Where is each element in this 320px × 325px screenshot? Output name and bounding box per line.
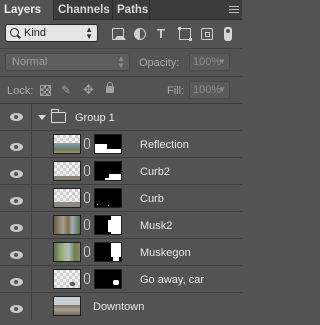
eye-icon: [10, 305, 23, 313]
shape-filter-icon[interactable]: [178, 27, 192, 41]
layer-row[interactable]: Musk2: [0, 212, 242, 239]
filter-kind-select[interactable]: Kind ▲ ▼: [5, 24, 98, 42]
eye-icon: [10, 278, 23, 286]
fill-label: Fill:: [167, 85, 185, 97]
layer-mask-thumbnail[interactable]: [94, 269, 122, 289]
disclosure-triangle-icon[interactable]: [38, 115, 46, 120]
visibility-toggle[interactable]: [0, 212, 32, 238]
layer-name: Go away, car: [140, 274, 204, 286]
layer-name: Reflection: [140, 139, 189, 151]
opacity-value: 100%: [193, 56, 222, 68]
lock-pixels-brush-icon[interactable]: ✎: [61, 83, 72, 97]
visibility-toggle[interactable]: [0, 104, 32, 130]
layer-mask-thumbnail[interactable]: [94, 161, 122, 181]
eye-icon: [10, 224, 23, 232]
chevron-down-icon: ▼: [218, 57, 226, 66]
eye-icon: [10, 251, 23, 259]
lock-label: Lock:: [7, 85, 34, 97]
folder-icon: [50, 109, 66, 123]
layer-filter-bar: Kind ▲ ▼ T: [0, 20, 242, 48]
panel-tab-bar: Layers Channels Paths: [0, 0, 242, 20]
chevron-down-icon: ▼: [218, 85, 226, 94]
link-chain-icon[interactable]: [84, 192, 90, 203]
layer-name: Curb2: [140, 166, 170, 178]
filter-kind-label: Kind: [24, 27, 47, 39]
layer-name: Curb: [140, 193, 164, 205]
blend-mode-bar: Normal ▲ ▼ Opacity: 100% ▼: [0, 49, 242, 76]
visibility-toggle[interactable]: [0, 131, 32, 157]
eye-icon: [10, 170, 23, 178]
eye-icon: [10, 197, 23, 205]
lock-transparency-icon[interactable]: [40, 85, 51, 96]
tab-layers[interactable]: Layers: [0, 0, 54, 20]
lock-all-icon[interactable]: [106, 82, 114, 93]
layer-thumbnail: [53, 269, 81, 289]
image-filter-icon[interactable]: [112, 28, 126, 40]
select-arrows-icon: ▲ ▼: [85, 25, 93, 41]
smart-object-filter-icon[interactable]: [201, 28, 213, 40]
link-chain-icon[interactable]: [84, 219, 90, 230]
layer-thumbnail: [53, 242, 81, 262]
type-filter-icon[interactable]: T: [157, 27, 169, 40]
opacity-label: Opacity:: [139, 57, 180, 69]
layer-mask-thumbnail[interactable]: [94, 215, 122, 235]
layer-mask-thumbnail[interactable]: [94, 188, 122, 208]
visibility-toggle[interactable]: [0, 266, 32, 292]
link-chain-icon[interactable]: [84, 246, 90, 257]
eye-icon: [10, 143, 23, 151]
layer-name: Muskegon: [140, 247, 191, 259]
select-arrows-icon: ▲ ▼: [117, 54, 125, 70]
tab-channels[interactable]: Channels: [54, 0, 113, 20]
layer-thumbnail: [53, 296, 81, 316]
layer-row[interactable]: Go away, car: [0, 266, 242, 293]
layer-row[interactable]: Downtown: [0, 293, 242, 320]
layer-mask-thumbnail[interactable]: [94, 134, 122, 154]
tab-paths[interactable]: Paths: [113, 0, 150, 20]
visibility-toggle[interactable]: [0, 185, 32, 211]
layer-group-row[interactable]: Group 1: [0, 104, 242, 131]
layer-row[interactable]: Reflection: [0, 131, 242, 158]
link-chain-icon[interactable]: [84, 138, 90, 149]
visibility-toggle[interactable]: [0, 293, 32, 320]
layer-name: Downtown: [93, 301, 145, 313]
panel-menu-icon[interactable]: [226, 0, 242, 20]
blend-mode-value: Normal: [12, 56, 48, 68]
visibility-toggle[interactable]: [0, 239, 32, 265]
group-name: Group 1: [75, 112, 115, 124]
layer-mask-thumbnail[interactable]: [94, 242, 122, 262]
fill-field[interactable]: 100% ▼: [189, 81, 230, 99]
link-chain-icon[interactable]: [84, 273, 90, 284]
layer-thumbnail: [53, 134, 81, 154]
link-chain-icon[interactable]: [84, 165, 90, 176]
opacity-field[interactable]: 100% ▼: [189, 53, 230, 71]
fill-value: 100%: [193, 84, 222, 96]
layer-row[interactable]: Curb: [0, 185, 242, 212]
layer-row[interactable]: Curb2: [0, 158, 242, 185]
lock-bar: Lock: ✎ ✥ Fill: 100% ▼: [0, 77, 242, 103]
filter-toggle-icon[interactable]: [224, 27, 232, 41]
layer-thumbnail: [53, 161, 81, 181]
search-icon: [10, 28, 19, 37]
layer-thumbnail: [53, 215, 81, 235]
layer-thumbnail: [53, 188, 81, 208]
visibility-toggle[interactable]: [0, 158, 32, 184]
lock-position-move-icon[interactable]: ✥: [83, 82, 94, 97]
eye-icon: [10, 113, 23, 121]
adjustment-filter-icon[interactable]: [134, 28, 146, 40]
layers-list: Group 1 Reflection Curb2 Curb Musk2 Musk…: [0, 104, 242, 320]
blend-mode-select[interactable]: Normal ▲ ▼: [5, 53, 130, 71]
layer-row[interactable]: Muskegon: [0, 239, 242, 266]
layer-name: Musk2: [140, 220, 173, 232]
